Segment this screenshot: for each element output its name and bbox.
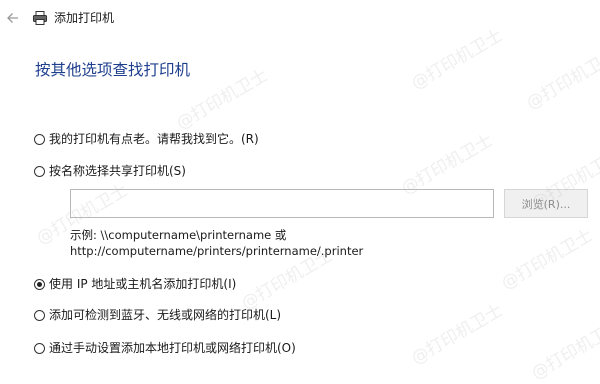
watermark: @打印机卫士 bbox=[498, 225, 597, 294]
option-label: 使用 IP 地址或主机名添加打印机(I) bbox=[49, 277, 237, 291]
radio-button[interactable] bbox=[34, 278, 45, 290]
option-label: 我的打印机有点老。请帮我找到它。(R) bbox=[49, 132, 259, 146]
option-label: 按名称选择共享打印机(S) bbox=[49, 164, 186, 178]
back-button[interactable] bbox=[4, 9, 22, 27]
option-label: 添加可检测到蓝牙、无线或网络的打印机(L) bbox=[49, 308, 282, 322]
option-ip-address[interactable]: 使用 IP 地址或主机名添加打印机(I) bbox=[34, 276, 236, 292]
radio-button[interactable] bbox=[34, 342, 45, 354]
shared-printer-name-input[interactable] bbox=[70, 189, 494, 218]
option-local-manual[interactable]: 通过手动设置添加本地打印机或网络打印机(O) bbox=[34, 340, 296, 356]
option-label: 通过手动设置添加本地打印机或网络打印机(O) bbox=[49, 341, 296, 355]
radio-button[interactable] bbox=[34, 309, 45, 321]
browse-button[interactable]: 浏览(R)... bbox=[504, 189, 588, 218]
example-line-1: 示例: \\computername\printername 或 bbox=[70, 228, 287, 242]
example-line-2: http://computername/printers/printername… bbox=[70, 244, 364, 258]
option-wireless-network[interactable]: 添加可检测到蓝牙、无线或网络的打印机(L) bbox=[34, 307, 281, 323]
option-shared-printer[interactable]: 按名称选择共享打印机(S) bbox=[34, 163, 186, 179]
arrow-left-icon bbox=[7, 13, 18, 23]
option-old-printer[interactable]: 我的打印机有点老。请帮我找到它。(R) bbox=[34, 131, 259, 147]
printer-icon bbox=[33, 11, 47, 25]
radio-button[interactable] bbox=[34, 165, 45, 177]
page-heading: 按其他选项查找打印机 bbox=[35, 61, 191, 79]
radio-button[interactable] bbox=[34, 133, 45, 145]
watermark: @打印机卫士 bbox=[408, 300, 507, 369]
watermark: @打印机卫士 bbox=[523, 45, 600, 114]
watermark: @打印机卫士 bbox=[408, 25, 507, 94]
window-title: 添加打印机 bbox=[54, 11, 115, 25]
watermark: @打印机卫士 bbox=[528, 315, 600, 384]
watermark: @打印机卫士 bbox=[398, 130, 497, 199]
